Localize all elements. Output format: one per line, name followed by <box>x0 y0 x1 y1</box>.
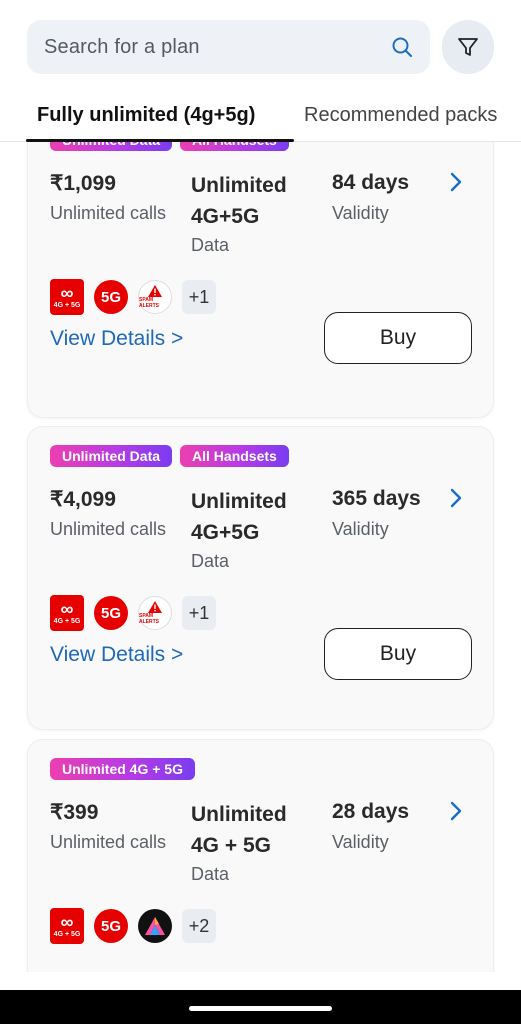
filter-icon <box>458 38 478 56</box>
plan-tag: All Handsets <box>180 445 289 467</box>
plan-card[interactable]: Unlimited 4G + 5G ₹399 Unlimited calls 28 d… <box>27 739 494 972</box>
more-benefits-badge[interactable]: +2 <box>182 909 216 943</box>
tab-recommended-packs[interactable]: Recommended packs <box>304 104 497 127</box>
plan-card[interactable]: Unlimited Data All Handsets ₹1,099 Unlimite… <box>27 142 494 418</box>
app-screen: Search for a plan Fully unlimited (4g+5g… <box>0 0 521 1024</box>
plan-data-label: Data <box>191 864 230 884</box>
plan-benefit-icons: ∞ 4G + 5G 5G +2 <box>50 908 216 944</box>
plan-tags: Unlimited Data All Handsets <box>50 445 289 467</box>
buy-button[interactable]: Buy <box>324 628 472 680</box>
search-icon[interactable] <box>390 35 414 59</box>
plan-tag: Unlimited 4G + 5G <box>50 758 195 780</box>
plan-data-line2: 4G+5G <box>191 205 260 228</box>
plan-benefit-icons: ∞ 4G + 5G 5G SPAM ALERTS +1 <box>50 595 216 631</box>
plan-validity: 365 days <box>332 487 421 510</box>
plan-tag: All Handsets <box>180 142 289 151</box>
plan-price: ₹399 <box>50 801 99 824</box>
plan-calls: Unlimited calls <box>50 519 167 539</box>
home-indicator[interactable] <box>189 1006 332 1011</box>
plan-data-line1: Unlimited <box>191 803 287 826</box>
plan-tags: Unlimited 4G + 5G <box>50 758 195 780</box>
spam-alerts-icon: SPAM ALERTS <box>138 280 172 314</box>
tab-fully-unlimited[interactable]: Fully unlimited (4g+5g) <box>37 104 255 127</box>
unlimited-4g5g-icon: ∞ 4G + 5G <box>50 279 84 315</box>
plan-validity: 28 days <box>332 800 410 823</box>
plan-data-label: Data <box>191 235 230 255</box>
unlimited-4g5g-icon: ∞ 4G + 5G <box>50 908 84 944</box>
search-row: Search for a plan <box>27 20 494 74</box>
5g-icon: 5G <box>94 596 128 630</box>
plan-validity-label: Validity <box>332 519 389 539</box>
plan-price: ₹4,099 <box>50 488 116 511</box>
chevron-right-icon[interactable] <box>447 171 465 193</box>
plan-tag: Unlimited Data <box>50 445 173 467</box>
plan-tabs: Fully unlimited (4g+5g) Recommended pack… <box>0 96 521 142</box>
plan-validity-label: Validity <box>332 203 389 223</box>
plan-data-label: Data <box>191 551 230 571</box>
plan-list[interactable]: Unlimited Data All Handsets ₹1,099 Unlimite… <box>0 142 521 972</box>
app-a-icon <box>138 909 172 943</box>
plan-data-line2: 4G + 5G <box>191 834 271 857</box>
plan-tag: Unlimited Data <box>50 142 173 151</box>
plan-card[interactable]: Unlimited Data All Handsets ₹4,099 Unlimite… <box>27 426 494 730</box>
plan-data-line2: 4G+5G <box>191 521 260 544</box>
plan-data: Unlimited 4G+5G <box>191 170 287 232</box>
plan-validity-label: Validity <box>332 832 389 852</box>
buy-button[interactable]: Buy <box>324 312 472 364</box>
5g-icon: 5G <box>94 909 128 943</box>
plan-price: ₹1,099 <box>50 172 116 195</box>
search-input[interactable]: Search for a plan <box>27 20 430 74</box>
plan-data: Unlimited 4G+5G <box>191 486 287 548</box>
plan-data-line1: Unlimited <box>191 490 287 513</box>
plan-benefit-icons: ∞ 4G + 5G 5G SPAM ALERTS +1 <box>50 279 216 315</box>
plan-calls: Unlimited calls <box>50 203 167 223</box>
filter-button[interactable] <box>442 20 494 74</box>
view-details-link[interactable]: View Details > <box>50 643 183 667</box>
spam-alerts-icon: SPAM ALERTS <box>138 596 172 630</box>
5g-icon: 5G <box>94 280 128 314</box>
unlimited-4g5g-icon: ∞ 4G + 5G <box>50 595 84 631</box>
view-details-link[interactable]: View Details > <box>50 327 183 351</box>
more-benefits-badge[interactable]: +1 <box>182 596 216 630</box>
plan-data: Unlimited 4G + 5G <box>191 799 287 861</box>
plan-calls: Unlimited calls <box>50 832 167 852</box>
plan-validity: 84 days <box>332 171 410 194</box>
more-benefits-badge[interactable]: +1 <box>182 280 216 314</box>
search-placeholder: Search for a plan <box>44 35 200 58</box>
plan-tags: Unlimited Data All Handsets <box>50 142 289 151</box>
plan-data-line1: Unlimited <box>191 174 287 197</box>
chevron-right-icon[interactable] <box>447 487 465 509</box>
chevron-right-icon[interactable] <box>447 800 465 822</box>
